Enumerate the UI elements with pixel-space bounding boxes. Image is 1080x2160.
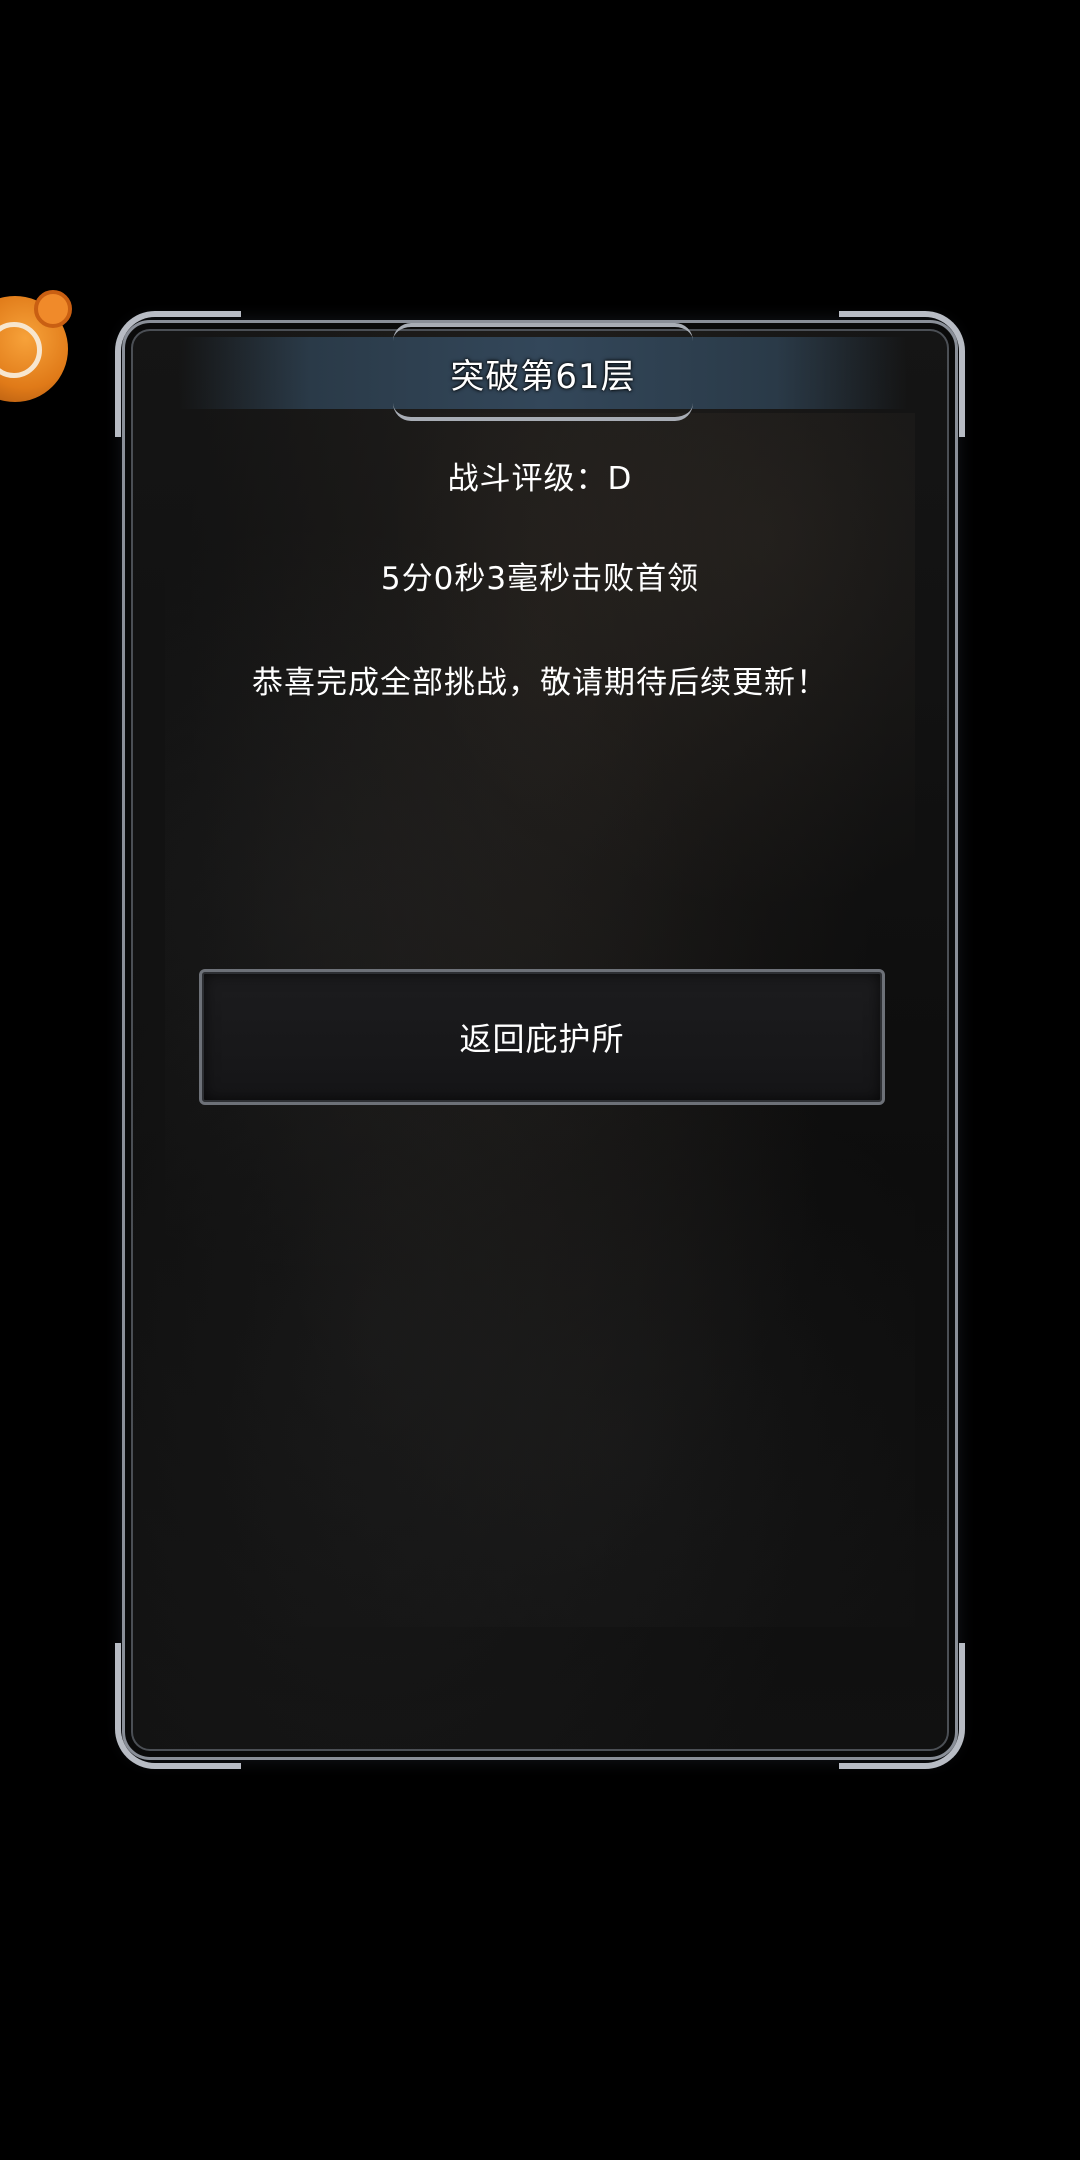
title-ornament	[393, 403, 693, 421]
floating-assistant-button[interactable]	[0, 290, 72, 402]
title-ornament	[393, 323, 693, 341]
game-screen: 突破第61层 战斗评级：D 5分0秒3毫秒击败首领 恭喜完成全部挑战，敬请期待后…	[0, 0, 1080, 2160]
return-button-label: 返回庇护所	[459, 1020, 625, 1058]
gamepad-bubble-icon	[0, 322, 42, 378]
congrats-message: 恭喜完成全部挑战，敬请期待后续更新！	[252, 665, 828, 701]
return-to-shelter-button[interactable]: 返回庇护所	[199, 969, 885, 1105]
corner-ornament	[115, 1643, 241, 1769]
battle-rating: 战斗评级：D	[447, 461, 633, 497]
notification-dot	[34, 290, 72, 328]
dialog-title: 突破第61层	[450, 356, 636, 397]
title-banner: 突破第61层	[179, 323, 907, 421]
result-dialog: 突破第61层 战斗评级：D 5分0秒3毫秒击败首领 恭喜完成全部挑战，敬请期待后…	[115, 311, 965, 1769]
clear-time: 5分0秒3毫秒击败首领	[380, 561, 700, 597]
corner-ornament	[839, 1643, 965, 1769]
